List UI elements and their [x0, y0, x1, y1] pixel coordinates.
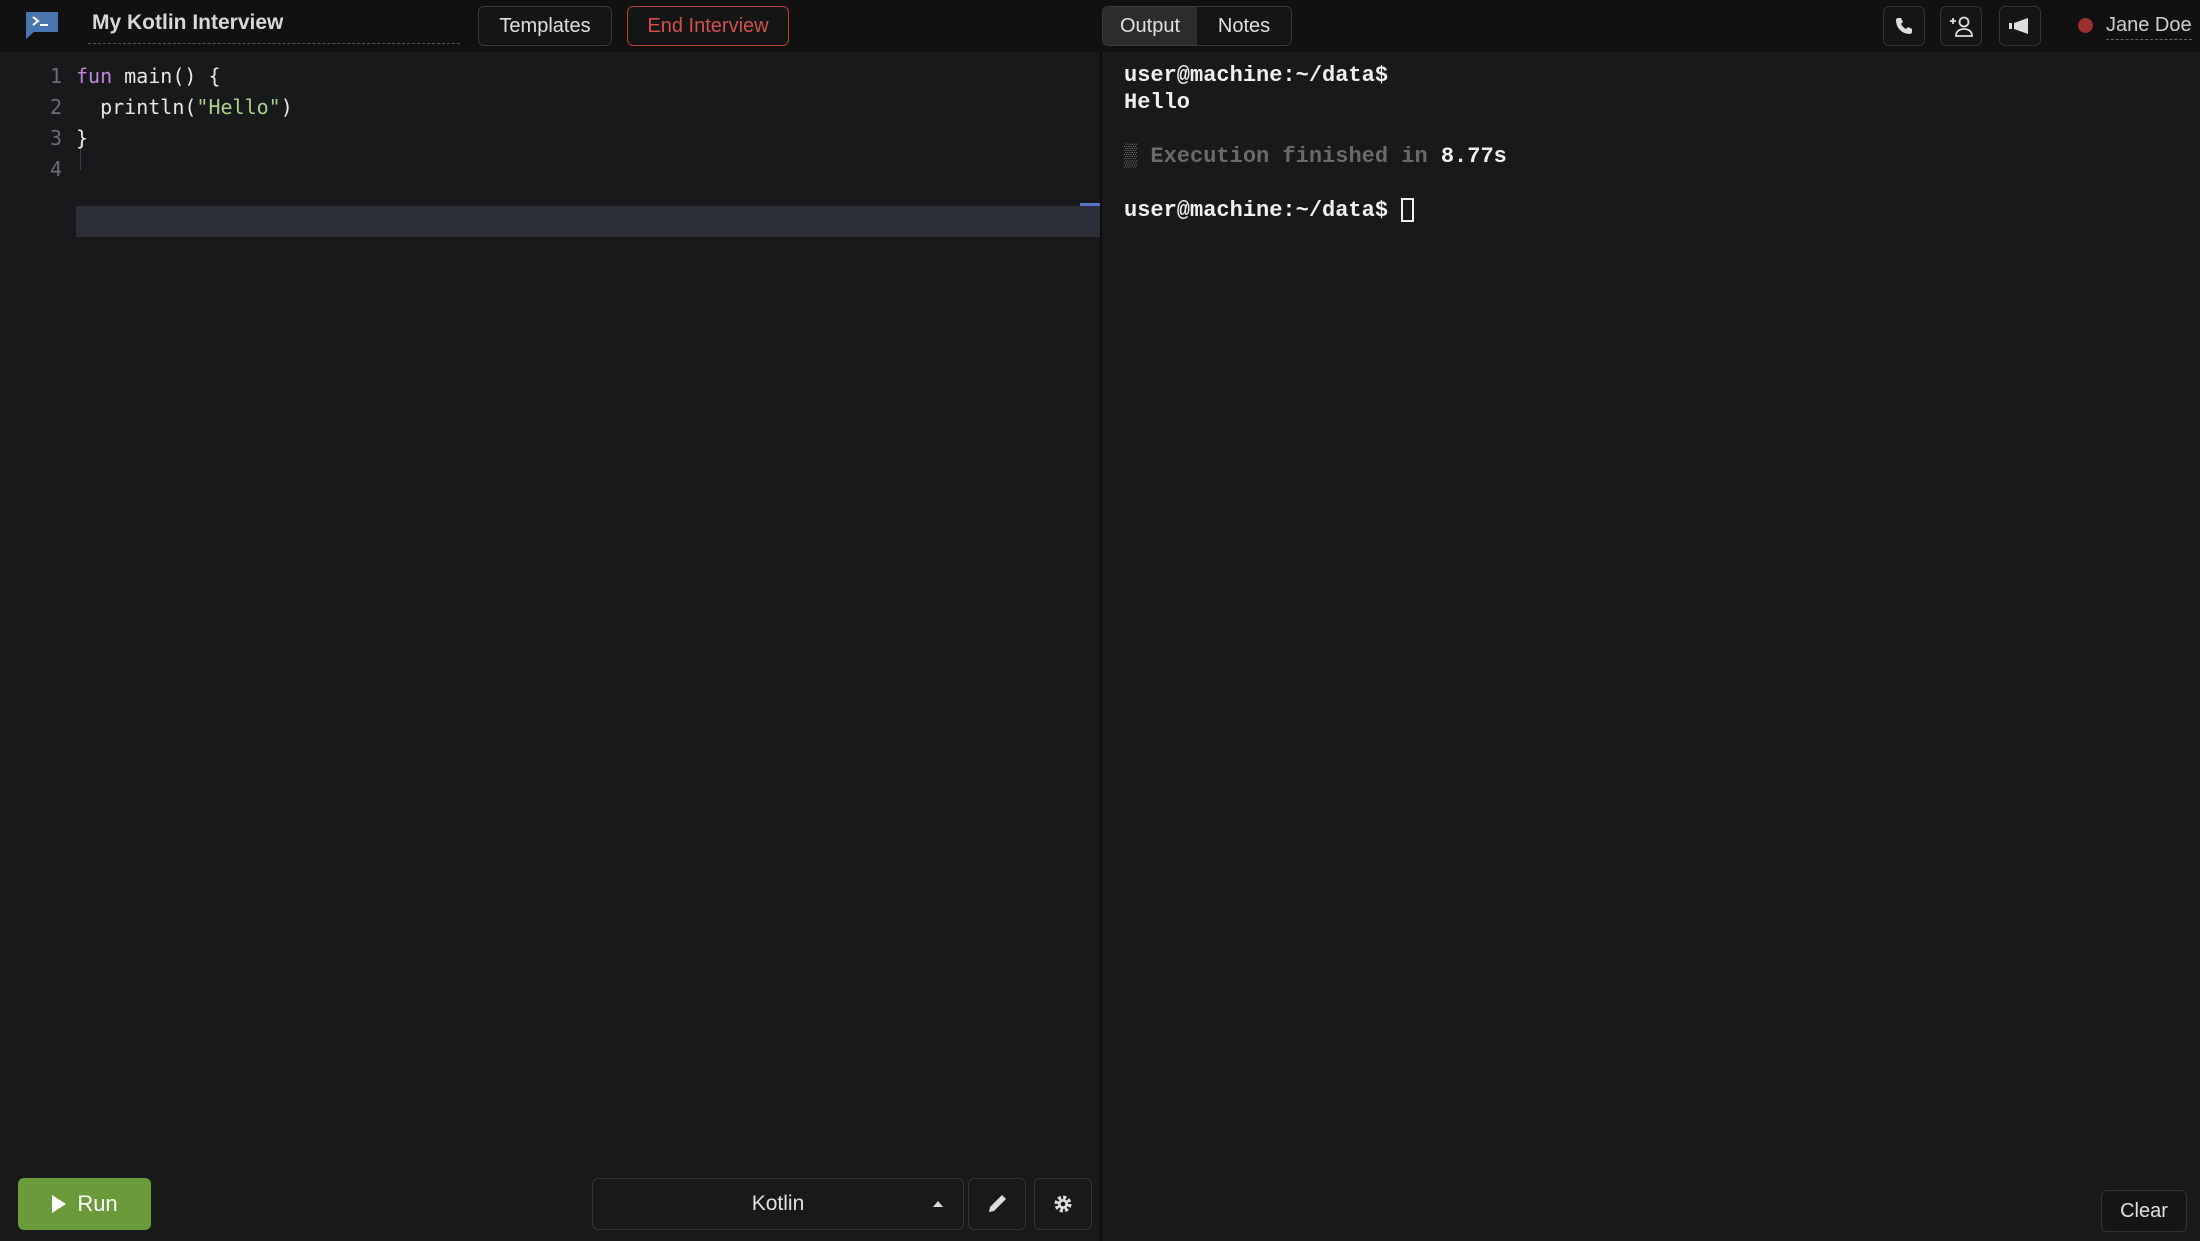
edit-button[interactable] — [968, 1178, 1026, 1230]
invite-user-button[interactable] — [1940, 6, 1982, 46]
language-select[interactable]: Kotlin — [592, 1178, 964, 1230]
line-number: 3 — [49, 126, 62, 150]
run-button[interactable]: Run — [18, 1178, 151, 1230]
code-text: println("Hello") — [76, 95, 293, 119]
code-line: 2 println("Hello") — [0, 92, 1100, 123]
panel-tabs: Output Notes — [1102, 6, 1292, 46]
pane-divider[interactable] — [1100, 52, 1102, 1241]
end-interview-button[interactable]: End Interview — [627, 6, 789, 46]
user-name[interactable]: Jane Doe — [2106, 14, 2192, 40]
execution-status: ▒ Execution finished in — [1124, 144, 1441, 169]
line-number: 1 — [49, 64, 62, 88]
line-number: 4 — [49, 157, 62, 181]
terminal-prompt: user@machine:~/data$ — [1124, 63, 1389, 88]
code-line: 4 — [0, 154, 1100, 185]
terminal-cursor — [1401, 198, 1415, 223]
pencil-icon — [989, 1195, 1006, 1212]
code-line: 1 fun main() { — [0, 61, 1100, 92]
current-line-highlight — [76, 206, 1100, 237]
program-output: Hello — [1124, 90, 1191, 115]
settings-button[interactable] — [1034, 1178, 1092, 1230]
megaphone-icon — [2009, 18, 2028, 34]
top-bar: My Kotlin Interview Templates End Interv… — [0, 0, 2200, 52]
templates-button[interactable]: Templates — [478, 6, 612, 46]
terminal-logo-icon — [26, 12, 58, 39]
run-label: Run — [77, 1191, 118, 1216]
tab-notes[interactable]: Notes — [1197, 7, 1291, 45]
execution-duration: 8.77s — [1440, 144, 1507, 169]
terminal-prompt: user@machine:~/data$ — [1124, 198, 1402, 223]
scroll-marker — [1080, 203, 1100, 206]
caret-up-icon — [933, 1201, 943, 1207]
clear-button[interactable]: Clear — [2101, 1190, 2187, 1232]
code-line: 3 } — [0, 123, 1100, 154]
interview-title[interactable]: My Kotlin Interview — [88, 10, 460, 44]
add-user-icon — [1950, 16, 1973, 37]
code-text: fun main() { — [76, 64, 221, 88]
call-button[interactable] — [1883, 6, 1925, 46]
gear-icon — [1054, 1195, 1072, 1213]
language-value: Kotlin — [751, 1192, 805, 1215]
phone-icon — [1896, 18, 1912, 34]
play-icon — [52, 1195, 67, 1213]
code-editor[interactable]: 1 fun main() { 2 println("Hello") 3 } 4 — [0, 52, 1100, 1152]
tab-output[interactable]: Output — [1103, 7, 1197, 45]
line-number: 2 — [49, 95, 62, 119]
terminal-output[interactable]: user@machine:~/data$ Hello ▒ Execution f… — [1124, 62, 1507, 224]
recording-status-dot — [2078, 18, 2093, 33]
code-text: } — [76, 126, 89, 150]
announce-button[interactable] — [1999, 6, 2041, 46]
